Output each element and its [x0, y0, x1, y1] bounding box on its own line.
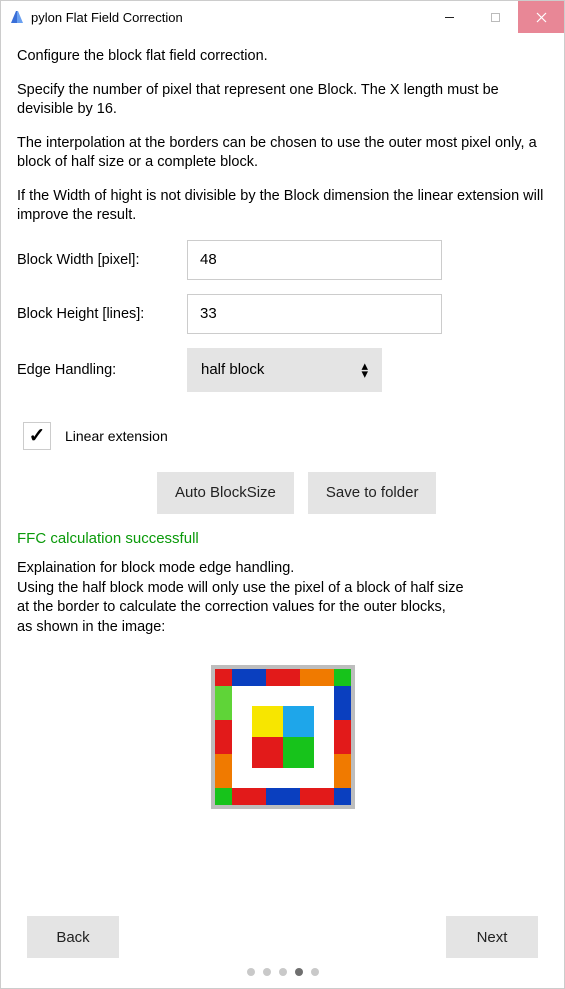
edge-handling-value: half block: [201, 361, 264, 378]
auto-blocksize-button[interactable]: Auto BlockSize: [157, 472, 294, 514]
wizard-footer: Back Next: [17, 916, 548, 964]
diagram-container: [17, 665, 548, 809]
page-dot[interactable]: [247, 968, 255, 976]
spinner-arrows-icon: ▴▾: [361, 362, 368, 378]
explain-l4: as shown in the image:: [17, 619, 165, 635]
titlebar: pylon Flat Field Correction: [1, 1, 564, 33]
block-width-label: Block Width [pixel]:: [17, 252, 187, 268]
block-width-input[interactable]: [187, 240, 442, 280]
block-height-label: Block Height [lines]:: [17, 306, 187, 322]
page-indicator: [17, 968, 548, 982]
page-dot[interactable]: [263, 968, 271, 976]
window-title: pylon Flat Field Correction: [31, 10, 426, 25]
app-icon: [9, 9, 25, 25]
linear-extension-row: ✓ Linear extension: [23, 422, 548, 450]
edge-handling-label: Edge Handling:: [17, 362, 187, 378]
edge-handling-row: Edge Handling: half block ▴▾: [17, 348, 548, 392]
block-height-row: Block Height [lines]:: [17, 294, 548, 334]
intro-text: Configure the block flat field correctio…: [17, 47, 548, 240]
window-controls: [426, 1, 564, 33]
block-height-input[interactable]: [187, 294, 442, 334]
back-button[interactable]: Back: [27, 916, 119, 958]
page-dot[interactable]: [279, 968, 287, 976]
intro-p2: Specify the number of pixel that represe…: [17, 81, 548, 120]
minimize-button[interactable]: [426, 1, 472, 33]
page-dot[interactable]: [311, 968, 319, 976]
maximize-button[interactable]: [472, 1, 518, 33]
linear-extension-label: Linear extension: [65, 428, 168, 444]
explanation-text: Explaination for block mode edge handlin…: [17, 559, 548, 637]
content-area: Configure the block flat field correctio…: [1, 33, 564, 988]
explain-title: Explaination for block mode edge handlin…: [17, 560, 294, 576]
save-to-folder-button[interactable]: Save to folder: [308, 472, 437, 514]
intro-p4: If the Width of hight is not divisible b…: [17, 187, 548, 226]
close-button[interactable]: [518, 1, 564, 33]
edge-handling-select[interactable]: half block ▴▾: [187, 348, 382, 392]
explain-l3: at the border to calculate the correctio…: [17, 599, 446, 615]
intro-p1: Configure the block flat field correctio…: [17, 47, 548, 67]
action-buttons: Auto BlockSize Save to folder: [157, 472, 548, 514]
block-width-row: Block Width [pixel]:: [17, 240, 548, 280]
status-text: FFC calculation successfull: [17, 530, 548, 547]
page-dot[interactable]: [295, 968, 303, 976]
next-button[interactable]: Next: [446, 916, 538, 958]
linear-extension-checkbox[interactable]: ✓: [23, 422, 51, 450]
intro-p3: The interpolation at the borders can be …: [17, 134, 548, 173]
explain-l2: Using the half block mode will only use …: [17, 580, 464, 596]
block-diagram: [211, 665, 355, 809]
